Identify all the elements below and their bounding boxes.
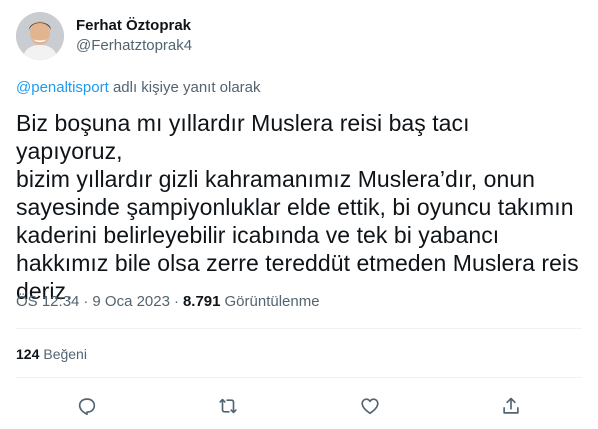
divider [16, 377, 582, 378]
retweet-arrows-icon [219, 398, 237, 414]
tweet-time[interactable]: ÖS 12:34 [16, 292, 79, 312]
meta-separator: · [83, 293, 89, 310]
like-button[interactable] [352, 388, 388, 424]
views-label: Görüntülenme [224, 293, 320, 310]
author-block: Ferhat Öztoprak @Ferhatztoprak4 [76, 16, 192, 56]
heart-icon [361, 398, 379, 415]
avatar[interactable] [16, 12, 64, 60]
likes-stat[interactable]: 124 Beğeni [16, 344, 87, 364]
likes-count: 124 [16, 346, 40, 362]
tweet-detail: Ferhat Öztoprak @Ferhatztoprak4 @penalti… [0, 0, 598, 429]
tweet-header: Ferhat Öztoprak @Ferhatztoprak4 [16, 12, 192, 60]
reply-mention-link[interactable]: @penaltisport [16, 79, 109, 96]
share-button[interactable] [493, 388, 529, 424]
reply-button[interactable] [69, 388, 105, 424]
views-count: 8.791 [182, 293, 221, 310]
tweet-text: Biz boşuna mı yıllardır Muslera reisi ba… [16, 110, 579, 304]
tweet-date[interactable]: 9 Oca 2023 [92, 292, 170, 312]
retweet-button[interactable] [210, 388, 246, 424]
action-bar [16, 386, 582, 426]
reply-context-suffix: adlı kişiye yanıt olarak [108, 79, 261, 96]
divider [16, 328, 582, 329]
likes-label: Beğeni [43, 346, 87, 362]
author-handle[interactable]: @Ferhatztoprak4 [76, 36, 192, 56]
share-upload-icon [503, 397, 519, 414]
speech-bubble-icon [78, 398, 95, 416]
reply-context: @penaltisport adlı kişiye yanıt olarak [16, 78, 261, 98]
author-display-name[interactable]: Ferhat Öztoprak [76, 16, 192, 36]
profile-photo-avatar-icon [16, 12, 64, 60]
meta-separator: · [173, 293, 179, 310]
tweet-metadata: ÖS 12:34 · 9 Oca 2023 · 8.791 Görüntülen… [16, 292, 320, 312]
